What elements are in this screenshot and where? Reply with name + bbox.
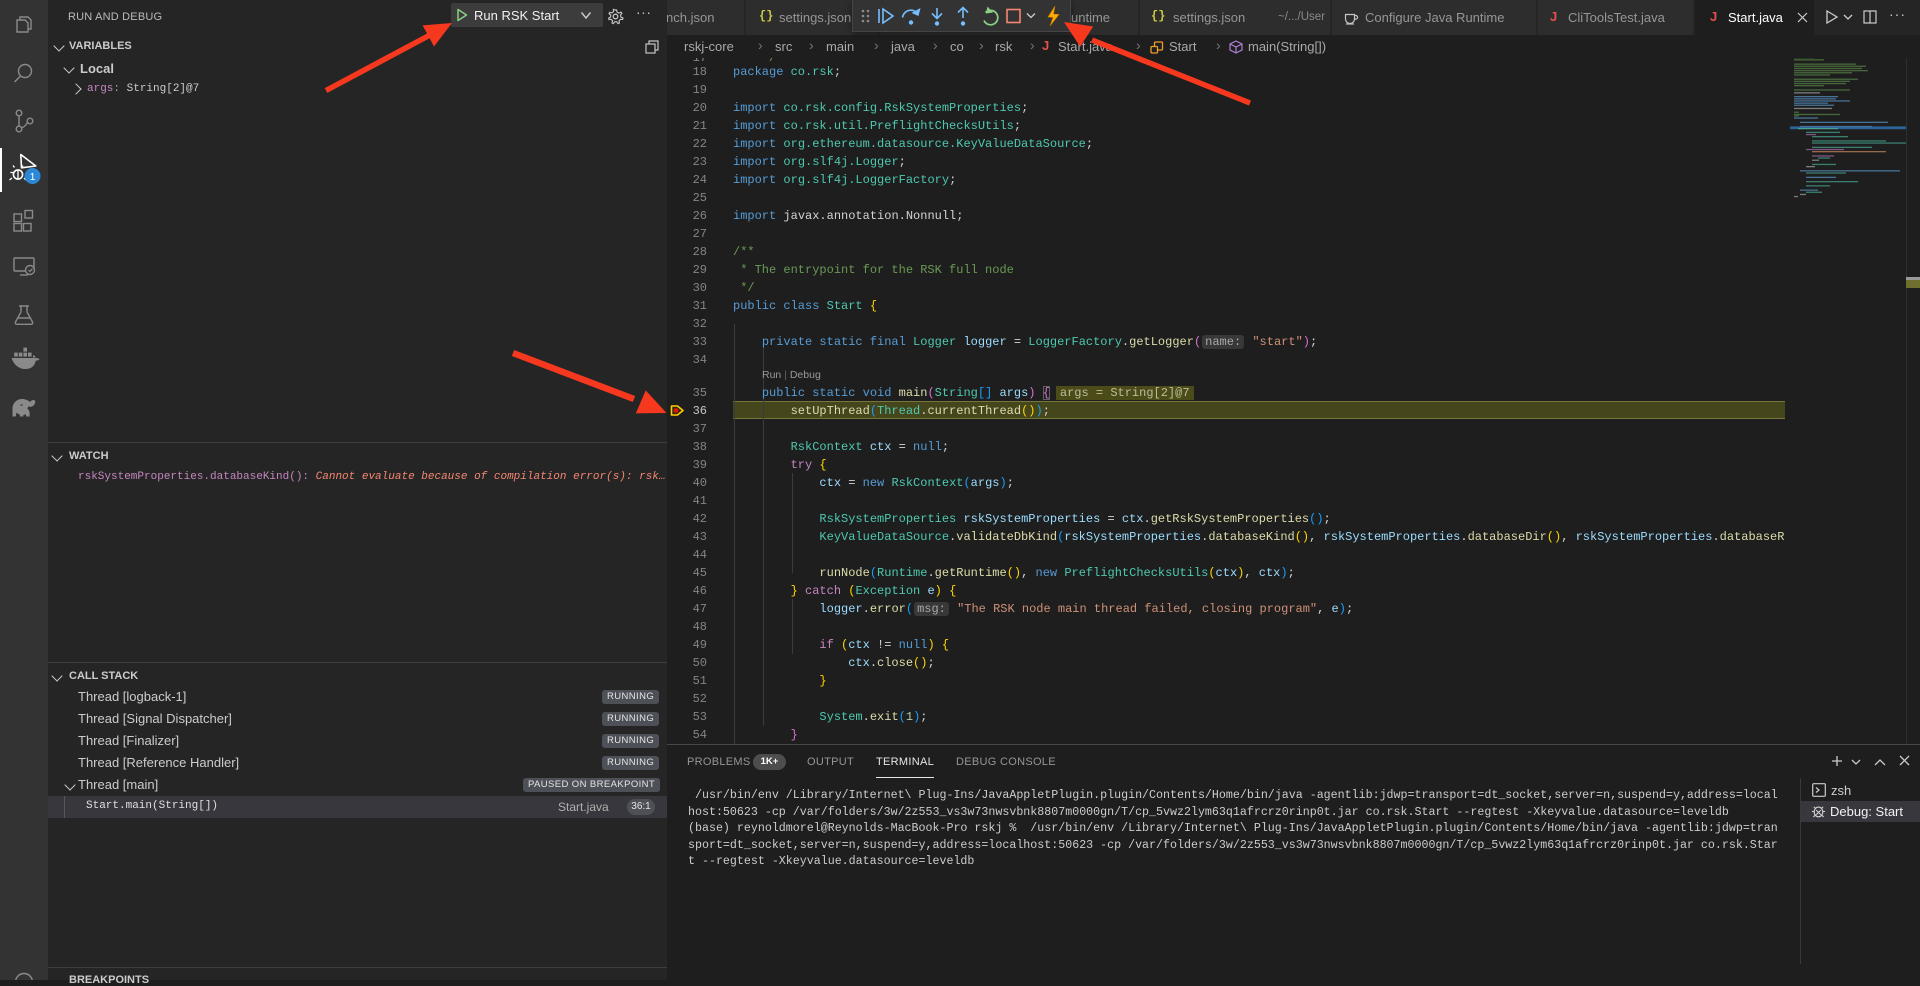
svg-text:1: 1: [30, 171, 36, 183]
